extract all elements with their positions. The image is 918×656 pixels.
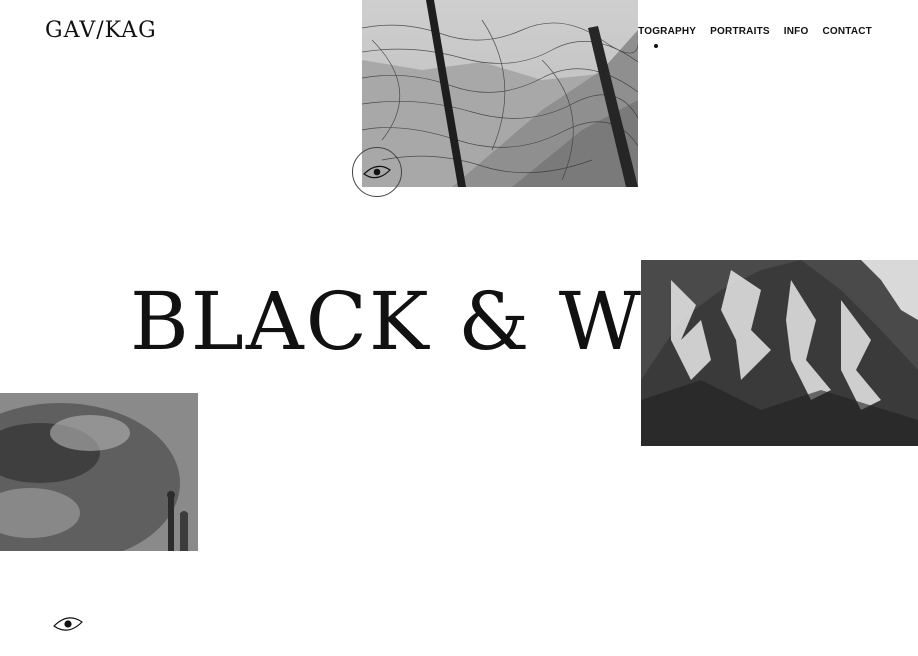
view-cursor[interactable] [352, 147, 402, 197]
main-nav: PHOTOGRAPHY PORTRAITS INFO CONTACT [616, 26, 872, 48]
climbers-photo[interactable] [0, 393, 198, 551]
nav-item-portraits[interactable]: PORTRAITS [710, 26, 770, 37]
nav-item-contact[interactable]: CONTACT [822, 26, 872, 37]
page-headline: BLACK & WHITE [130, 275, 641, 368]
nav-label: INFO [783, 26, 809, 37]
eye-icon [53, 617, 83, 631]
eye-icon [363, 165, 391, 179]
eye-icon-bottom[interactable] [53, 614, 83, 634]
nav-label: PORTRAITS [710, 26, 770, 37]
site-logo[interactable]: GAV/KAG [45, 18, 157, 43]
active-indicator-dot [653, 44, 658, 48]
nav-item-info[interactable]: INFO [784, 26, 809, 37]
fence-photo[interactable] [362, 0, 638, 187]
mountain-photo[interactable] [641, 260, 918, 446]
nav-label: CONTACT [822, 26, 872, 37]
